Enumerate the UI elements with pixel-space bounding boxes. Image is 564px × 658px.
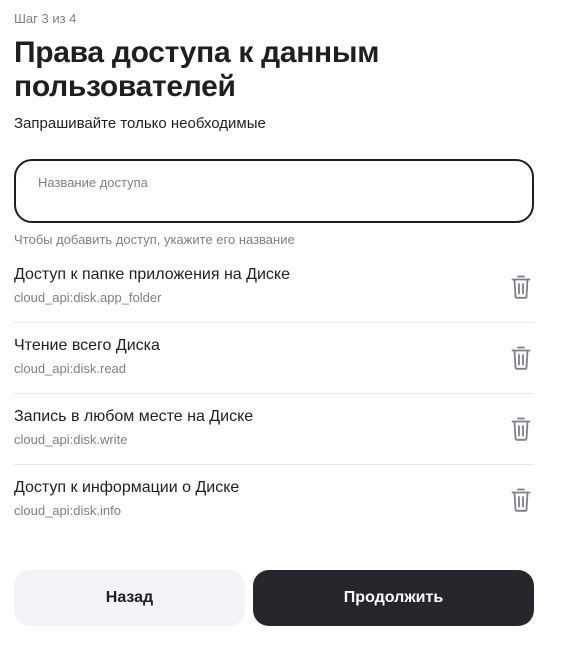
continue-button[interactable]: Продолжить [253,570,534,626]
permission-scope: cloud_api:disk.info [14,503,121,518]
permissions-list: Доступ к папке приложения на Диске cloud… [14,252,534,535]
permission-row: Доступ к папке приложения на Диске cloud… [14,252,534,323]
permission-row: Запись в любом месте на Диске cloud_api:… [14,394,534,465]
back-button[interactable]: Назад [14,570,245,626]
permission-scope: cloud_api:disk.read [14,361,127,376]
trash-icon-graphic [511,275,531,299]
trash-icon[interactable] [510,487,532,513]
permission-scope: cloud_api:disk.write [14,432,128,447]
permission-row: Чтение всего Диска cloud_api:disk.read [14,323,534,394]
trash-icon-graphic [511,488,531,512]
permission-title: Чтение всего Диска [14,337,160,354]
trash-icon-graphic [511,417,531,441]
trash-icon[interactable] [510,345,532,371]
trash-icon[interactable] [510,274,532,300]
permissions-step-page: Шаг 3 из 4 Права доступа к данным пользо… [0,0,564,658]
permission-title: Доступ к папке приложения на Диске [14,266,290,283]
trash-icon-graphic [511,346,531,370]
page-subtitle: Запрашивайте только необходимые [14,115,266,132]
permission-scope: cloud_api:disk.app_folder [14,290,162,305]
trash-icon[interactable] [510,416,532,442]
permission-title: Запись в любом месте на Диске [14,408,254,425]
permission-title: Доступ к информации о Диске [14,479,240,496]
access-name-hint: Чтобы добавить доступ, укажите его назва… [14,232,295,247]
page-title: Права доступа к данным пользователей [14,36,380,103]
access-name-field[interactable] [14,159,534,223]
access-name-input[interactable] [38,171,508,193]
step-indicator: Шаг 3 из 4 [14,11,77,26]
permission-row: Доступ к информации о Диске cloud_api:di… [14,465,534,535]
